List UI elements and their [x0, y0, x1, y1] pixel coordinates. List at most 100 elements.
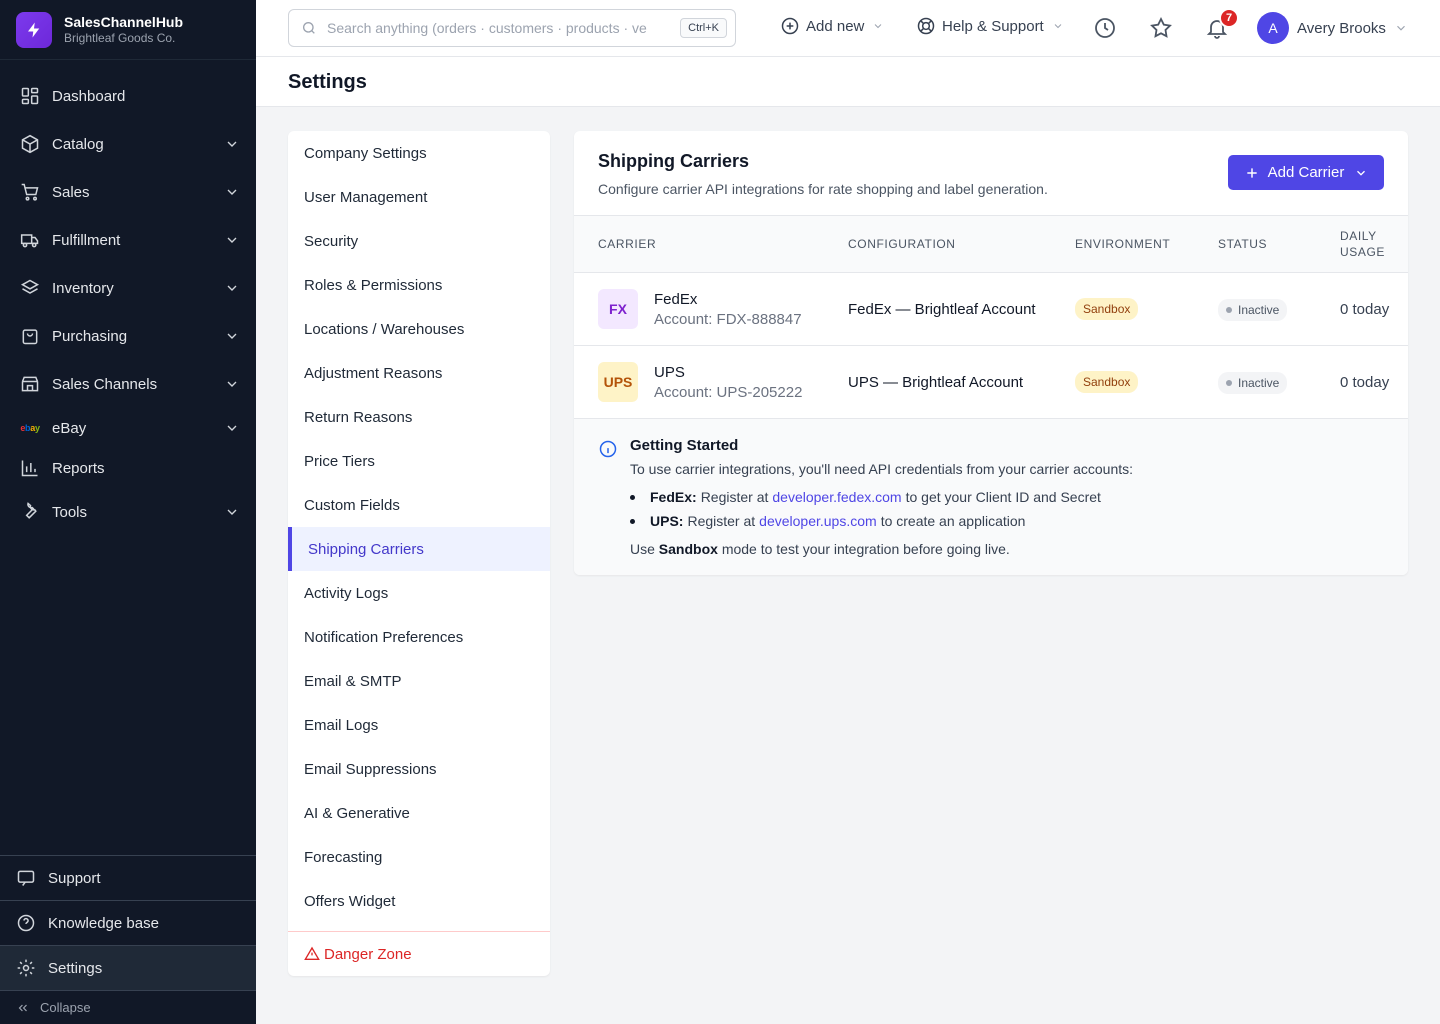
info-text: To use carrier integrations, you'll need…: [630, 461, 1134, 477]
footer-text: mode to test your integration before goi…: [721, 541, 1010, 557]
settings-item-forecasting[interactable]: Forecasting: [288, 835, 550, 879]
settings-menu-list: Company Settings User Management Security R…: [288, 131, 550, 923]
bar-chart-icon: [20, 458, 40, 478]
table-row[interactable]: UPS UPS Account: UPS-205222 UPS — Bright…: [574, 346, 1408, 419]
add-new-label: Add new: [806, 17, 865, 35]
notification-badge: 7: [1219, 8, 1239, 28]
chevron-down-icon: [1357, 170, 1366, 176]
page-title: Settings: [288, 71, 367, 93]
sidebar-nav: Dashboard Catalog Sales Fulfillment Inve…: [0, 60, 256, 536]
settings-item-notification-preferences[interactable]: Notification Preferences: [288, 615, 550, 659]
sidebar-item-label: Settings: [48, 959, 103, 977]
settings-item-email-logs[interactable]: Email Logs: [288, 703, 550, 747]
column-header-daily-usage: USAGE: [1340, 245, 1386, 259]
clock-icon[interactable]: [1093, 16, 1117, 40]
chevrons-left-icon: [18, 1004, 27, 1011]
bullet-text: to create an application: [880, 513, 1026, 529]
sidebar-item-label: eBay: [52, 419, 87, 437]
sidebar-item-tools[interactable]: Tools: [0, 488, 256, 536]
search-icon: [303, 22, 315, 34]
card-title: Shipping Carriers: [598, 151, 750, 171]
help-circle-icon: [16, 913, 36, 933]
sidebar-item-support[interactable]: Support: [0, 856, 256, 901]
settings-item-ai-generative[interactable]: AI & Generative: [288, 791, 550, 835]
settings-item-user-management[interactable]: User Management: [288, 175, 550, 219]
sidebar-item-label: Fulfillment: [52, 231, 121, 249]
sidebar-item-label: Tools: [52, 503, 88, 521]
sidebar-item-reports[interactable]: Reports: [0, 448, 256, 488]
cart-icon: [20, 182, 40, 202]
add-carrier-button[interactable]: Add Carrier: [1228, 155, 1384, 190]
sidebar-item-label: Support: [48, 869, 101, 887]
sidebar-item-catalog[interactable]: Catalog: [0, 120, 256, 168]
plus-icon: [1246, 167, 1257, 178]
lightning-icon: [16, 11, 52, 48]
danger-zone-label: Danger Zone: [324, 945, 412, 963]
getting-started-panel: Getting Started To use carrier integrati…: [574, 419, 1408, 575]
collapse-label: Collapse: [40, 1000, 91, 1015]
settings-item-company-settings[interactable]: Company Settings: [288, 131, 550, 175]
chevron-down-icon: [875, 24, 882, 29]
bullet-text: to get your Client ID and Secret: [905, 489, 1101, 505]
sidebar-item-ebay[interactable]: ebay eBay: [0, 408, 256, 448]
truck-icon: [20, 230, 40, 250]
settings-item-custom-fields[interactable]: Custom Fields: [288, 483, 550, 527]
settings-item-price-tiers[interactable]: Price Tiers: [288, 439, 550, 483]
settings-item-locations-warehouses[interactable]: Locations / Warehouses: [288, 307, 550, 351]
settings-menu: Company Settings User Management Security R…: [288, 131, 550, 976]
settings-item-email-smtp[interactable]: Email & SMTP: [288, 659, 550, 703]
settings-item-adjustment-reasons[interactable]: Adjustment Reasons: [288, 351, 550, 395]
user-menu[interactable]: A Avery Brooks: [1257, 12, 1408, 44]
settings-item-roles-permissions[interactable]: Roles & Permissions: [288, 263, 550, 307]
footer-bold: Sandbox: [658, 541, 718, 557]
sidebar-item-knowledge-base[interactable]: Knowledge base: [0, 901, 256, 946]
chevron-down-icon: [1054, 24, 1062, 29]
add-new-button[interactable]: Add new: [780, 16, 884, 36]
settings-item-activity-logs[interactable]: Activity Logs: [288, 571, 550, 615]
status-label: Inactive: [1238, 303, 1280, 317]
sidebar-item-sales-channels[interactable]: Sales Channels: [0, 360, 256, 408]
add-carrier-label: Add Carrier: [1267, 164, 1345, 181]
search-placeholder: Search anything (orders · customers · pr…: [327, 20, 647, 36]
help-support-label: Help & Support: [942, 17, 1044, 35]
status-label: Inactive: [1238, 376, 1280, 390]
chevron-down-icon: [227, 381, 237, 387]
sidebar-item-label: Sales Channels: [52, 375, 158, 393]
chevron-down-icon: [227, 189, 237, 195]
ups-developer-link[interactable]: developer.ups.com: [759, 513, 877, 529]
layers-icon: [20, 278, 40, 298]
settings-item-danger-zone[interactable]: Danger Zone: [288, 932, 550, 976]
collapse-button[interactable]: Collapse: [0, 991, 256, 1024]
sidebar-item-dashboard[interactable]: Dashboard: [0, 72, 256, 120]
star-icon[interactable]: [1149, 16, 1173, 40]
info-title: Getting Started: [630, 437, 739, 454]
brand[interactable]: SalesChannelHub Brightleaf Goods Co.: [0, 0, 256, 60]
carrier-account: Account: FDX-888847: [654, 311, 802, 328]
fedex-developer-link[interactable]: developer.fedex.com: [772, 489, 901, 505]
search-input[interactable]: Search anything (orders · customers · pr…: [288, 9, 736, 47]
chevron-down-icon: [227, 285, 237, 291]
carrier-configuration: UPS — Brightleaf Account: [848, 374, 1024, 391]
gear-icon: [16, 958, 36, 978]
help-support-button[interactable]: Help & Support: [916, 16, 1064, 36]
settings-item-shipping-carriers[interactable]: Shipping Carriers: [288, 527, 550, 571]
sidebar-item-settings[interactable]: Settings: [0, 946, 256, 991]
chevron-down-icon: [227, 141, 237, 147]
settings-item-offers-widget[interactable]: Offers Widget: [288, 879, 550, 923]
table-header: CARRIER CONFIGURATION ENVIRONMENT STATUS…: [574, 215, 1408, 273]
settings-item-return-reasons[interactable]: Return Reasons: [288, 395, 550, 439]
top-bar: Search anything (orders · customers · pr…: [256, 0, 1440, 57]
sidebar-item-purchasing[interactable]: Purchasing: [0, 312, 256, 360]
notifications-button[interactable]: 7: [1205, 8, 1239, 40]
shopping-bag-icon: [20, 326, 40, 346]
warning-icon: [304, 946, 320, 960]
search-shortcut: Ctrl+K: [680, 18, 727, 38]
table-row[interactable]: FX FedEx Account: FDX-888847 FedEx — Bri…: [574, 273, 1408, 346]
sidebar-item-fulfillment[interactable]: Fulfillment: [0, 216, 256, 264]
sidebar-item-inventory[interactable]: Inventory: [0, 264, 256, 312]
settings-item-email-suppressions[interactable]: Email Suppressions: [288, 747, 550, 791]
chevron-down-icon: [1397, 25, 1405, 31]
sidebar-item-sales[interactable]: Sales: [0, 168, 256, 216]
column-header-status: STATUS: [1218, 237, 1268, 251]
settings-item-security[interactable]: Security: [288, 219, 550, 263]
